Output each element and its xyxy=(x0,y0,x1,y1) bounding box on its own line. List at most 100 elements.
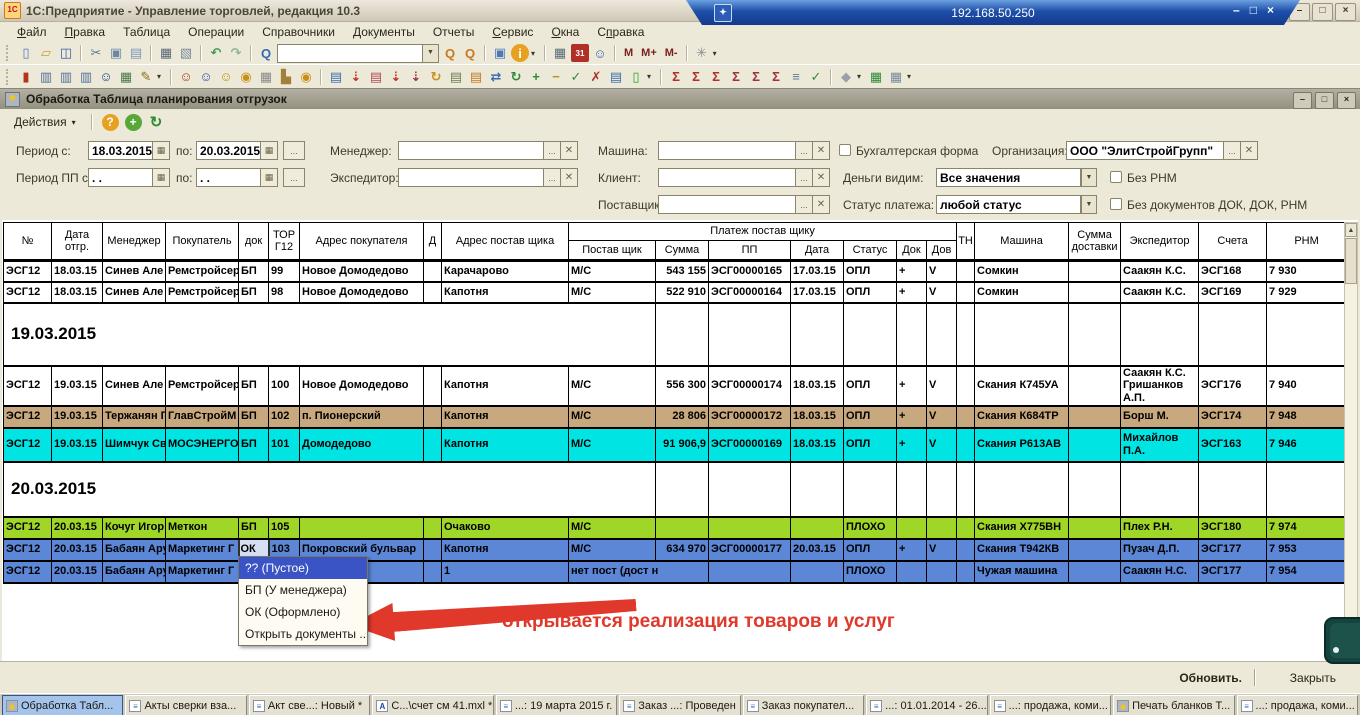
print-form-icon-3[interactable]: ▥ xyxy=(77,68,95,86)
new-document-icon[interactable]: ▯ xyxy=(17,44,35,62)
cell-manager[interactable]: Синев Але xyxy=(103,366,166,406)
cell-rnm[interactable]: 7 953 xyxy=(1267,539,1347,561)
cell-summa[interactable]: 91 906,9 xyxy=(656,428,709,462)
period-pp-to-input[interactable]: . . xyxy=(196,168,261,187)
cell-summa[interactable]: 522 910 xyxy=(656,282,709,303)
supplier-input[interactable] xyxy=(658,195,796,214)
user-password-icon[interactable]: ☺ xyxy=(591,44,609,62)
header-manager[interactable]: Менеджер xyxy=(103,223,166,261)
cell-dk[interactable]: + xyxy=(897,261,927,282)
cell-pp[interactable]: ЭСГ00000169 xyxy=(709,428,791,462)
cell-rnm[interactable]: 7 974 xyxy=(1267,517,1347,539)
report-sum-person-icon-3[interactable]: Σ xyxy=(707,68,725,86)
table-row[interactable]: ЭСГ1220.03.15Бабаян АруМаркетинг ГОК103П… xyxy=(4,539,1347,561)
cell-pp[interactable]: ЭСГ00000177 xyxy=(709,539,791,561)
cell-dsum[interactable] xyxy=(1069,366,1121,406)
cell-num[interactable]: ЭСГ12 xyxy=(4,406,52,428)
incoming-payment-icon[interactable]: ⇣ xyxy=(347,68,365,86)
undo-icon[interactable]: ↶ xyxy=(207,44,225,62)
cell-pdate[interactable]: 18.03.15 xyxy=(791,428,844,462)
doc-torg-icon[interactable]: ▤ xyxy=(467,68,485,86)
cell-suppl_addr[interactable]: Карачарово xyxy=(442,261,569,282)
coins-minus-icon[interactable]: − xyxy=(547,68,565,86)
edit-table-icon[interactable]: ✎ xyxy=(137,68,155,86)
cell-suppl_addr[interactable]: Капотня xyxy=(442,406,569,428)
cell-date[interactable]: 20.03.15 xyxy=(52,517,103,539)
taskbar-item[interactable]: ≡...: продажа, коми... xyxy=(1237,695,1358,715)
cell-supplier[interactable]: М/С xyxy=(569,428,656,462)
cell-dk[interactable] xyxy=(897,517,927,539)
cell-dsum[interactable] xyxy=(1069,406,1121,428)
cell-dov[interactable]: V xyxy=(927,261,957,282)
fill-color-icon[interactable]: ◆ xyxy=(837,68,855,86)
table-row[interactable]: ЭСГ1218.03.15Синев АлеРемстройсерБП98Нов… xyxy=(4,282,1347,303)
cell-dk[interactable]: + xyxy=(897,366,927,406)
cell-exped[interactable]: Михайлов П.А. xyxy=(1121,428,1199,462)
header-torg[interactable]: ТОР Г12 xyxy=(269,223,300,261)
cell-dk[interactable]: + xyxy=(897,406,927,428)
cell-dsum[interactable] xyxy=(1069,282,1121,303)
report-sum-doc-icon[interactable]: Σ xyxy=(727,68,745,86)
table-row[interactable]: ЭСГ1220.03.15Бабаян АруМаркетинг Гбульва… xyxy=(4,561,1347,583)
cell-buyer[interactable]: МОСЭНЕРГО xyxy=(166,428,239,462)
print-preview-icon[interactable]: ▧ xyxy=(177,44,195,62)
dropdown-caret-icon[interactable]: ▾ xyxy=(713,49,721,58)
cell-rnm[interactable]: 7 929 xyxy=(1267,282,1347,303)
menu-Таблица[interactable]: Таблица xyxy=(114,23,179,41)
doc-exchange-icon[interactable]: ⇄ xyxy=(487,68,505,86)
cell-machine[interactable]: Сомкин xyxy=(975,261,1069,282)
cell-dok[interactable]: БП xyxy=(239,261,269,282)
cell-rnm[interactable]: 7 954 xyxy=(1267,561,1347,583)
header-status[interactable]: Статус xyxy=(844,241,897,261)
cell-pp[interactable]: ЭСГ00000172 xyxy=(709,406,791,428)
cell-dsum[interactable] xyxy=(1069,428,1121,462)
cell-exped[interactable]: Саакян К.С. Гришанков А.П. xyxy=(1121,366,1199,406)
taskbar-item[interactable]: AС...\счет см 41.mxl * xyxy=(372,695,493,715)
cell-supplier[interactable]: М/С xyxy=(569,366,656,406)
cell-date[interactable]: 19.03.15 xyxy=(52,366,103,406)
menu-Операции[interactable]: Операции xyxy=(179,23,253,41)
cell-tn[interactable] xyxy=(957,428,975,462)
supplier-clear-button[interactable]: ✕ xyxy=(813,195,830,214)
cell-manager[interactable]: Шимчук Св xyxy=(103,428,166,462)
cell-exped[interactable]: Саакян К.С. xyxy=(1121,282,1199,303)
cell-status[interactable]: ОПЛ xyxy=(844,539,897,561)
cell-buyer[interactable]: Ремстройсер xyxy=(166,261,239,282)
header-date[interactable]: Дата отгр. xyxy=(52,223,103,261)
cell-dok[interactable]: БП xyxy=(239,366,269,406)
vertical-scrollbar[interactable]: ▲ ▼ xyxy=(1344,222,1358,659)
cell-pp[interactable]: ЭСГ00000165 xyxy=(709,261,791,282)
status-select-caret-icon[interactable]: ▼ xyxy=(1081,195,1097,214)
cell-dsum[interactable] xyxy=(1069,561,1121,583)
menu-Документы[interactable]: Документы xyxy=(344,23,424,41)
cell-suppl_addr[interactable]: Капотня xyxy=(442,539,569,561)
cell-suppl_addr[interactable]: Очаково xyxy=(442,517,569,539)
paste-icon[interactable]: ▤ xyxy=(127,44,145,62)
report-sum-doc-icon-3[interactable]: Σ xyxy=(767,68,785,86)
doc-search-icon[interactable]: ▤ xyxy=(447,68,465,86)
cell-pdate[interactable]: 17.03.15 xyxy=(791,261,844,282)
cell-torg[interactable]: 101 xyxy=(269,428,300,462)
table-row[interactable]: ЭСГ1218.03.15Синев АлеРемстройсерБП99Нов… xyxy=(4,261,1347,282)
scrollbar-thumb[interactable] xyxy=(1345,238,1357,284)
cell-dov[interactable]: V xyxy=(927,406,957,428)
cell-date[interactable]: 19.03.15 xyxy=(52,406,103,428)
sales-doc-icon[interactable]: ▤ xyxy=(327,68,345,86)
cell-buyer[interactable]: ГлавСтройМ xyxy=(166,406,239,428)
cell-suppl_addr[interactable]: Капотня xyxy=(442,428,569,462)
taskbar-item[interactable]: ◆Обработка Табл... xyxy=(2,695,123,715)
print-icon[interactable]: ▦ xyxy=(157,44,175,62)
cell-pdate[interactable]: 20.03.15 xyxy=(791,539,844,561)
find-icon[interactable]: Q xyxy=(257,44,275,62)
cell-num[interactable]: ЭСГ12 xyxy=(4,366,52,406)
cell-torg[interactable]: 100 xyxy=(269,366,300,406)
context-menu-item[interactable]: БП (У менеджера) xyxy=(239,579,367,601)
table-row[interactable]: ЭСГ1219.03.15Синев АлеРемстройсерБП100Но… xyxy=(4,366,1347,406)
toolbar-grip[interactable] xyxy=(6,69,11,85)
cell-dov[interactable]: V xyxy=(927,539,957,561)
open-icon[interactable]: ▱ xyxy=(37,44,55,62)
header-suppl_addr[interactable]: Адрес постав щика xyxy=(442,223,569,261)
cell-summa[interactable]: 543 155 xyxy=(656,261,709,282)
group-date-label[interactable]: 19.03.2015 xyxy=(4,303,656,366)
device-icon[interactable]: ▯ xyxy=(627,68,645,86)
